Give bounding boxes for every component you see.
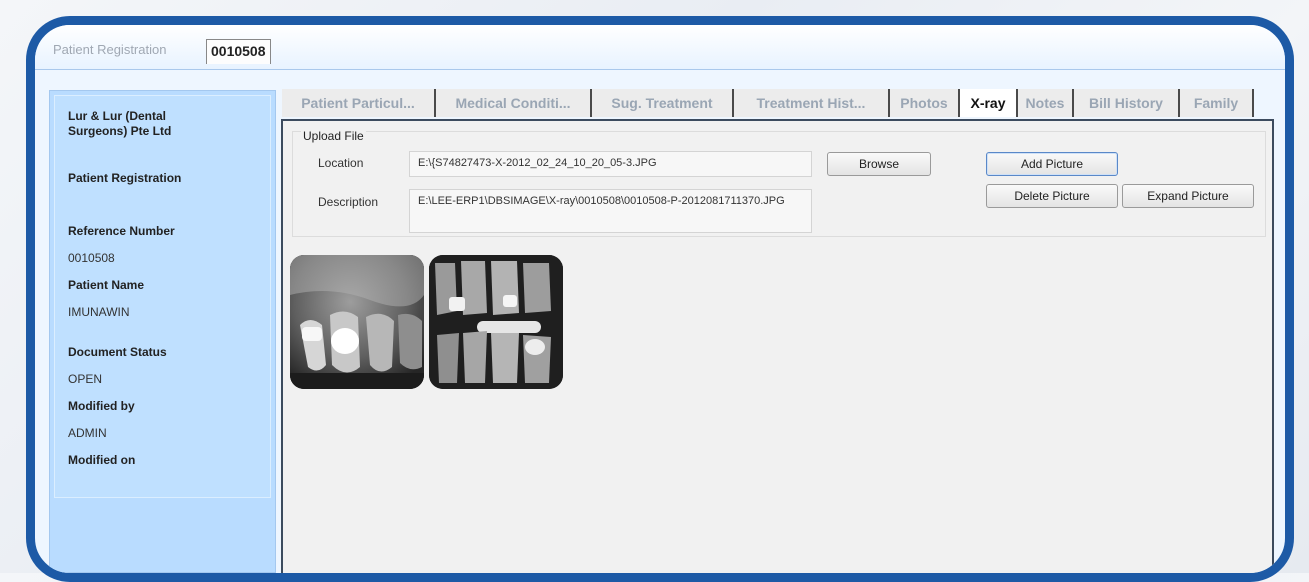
tab-bill-history[interactable]: Bill History (1074, 89, 1180, 117)
modified-by-value: ADMIN (68, 426, 107, 440)
xray-image-bitewing (429, 255, 563, 389)
tab-treatment-history[interactable]: Treatment Hist... (734, 89, 890, 117)
tab-notes[interactable]: Notes (1018, 89, 1074, 117)
tab-x-ray[interactable]: X-ray (960, 89, 1018, 117)
patient-name-value: IMUNAWIN (68, 305, 130, 319)
app-window: Patient Registration 0010508 Lur & Lur (… (26, 16, 1294, 582)
section-title: Patient Registration (68, 171, 182, 185)
modified-by-label: Modified by (68, 399, 135, 413)
main-panel: Patient Particul... Medical Conditi... S… (276, 85, 1278, 573)
document-status-value: OPEN (68, 372, 103, 386)
modified-on-label: Modified on (68, 453, 136, 467)
xray-tab-content: Upload File Location E:\{S74827473-X-201… (281, 119, 1274, 573)
add-picture-button[interactable]: Add Picture (986, 152, 1118, 176)
delete-picture-button[interactable]: Delete Picture (986, 184, 1118, 208)
tab-patient-particulars[interactable]: Patient Particul... (282, 89, 436, 117)
document-status-label: Document Status (68, 345, 167, 359)
tab-medical-conditions[interactable]: Medical Conditi... (436, 89, 592, 117)
reference-number-label: Reference Number (68, 224, 175, 238)
company-name: Lur & Lur (Dental Surgeons) Pte Ltd (68, 109, 172, 138)
location-field[interactable]: E:\{S74827473-X-2012_02_24_10_20_05-3.JP… (409, 151, 812, 177)
location-label: Location (318, 156, 364, 170)
doc-tab-record[interactable]: 0010508 (206, 39, 271, 64)
xray-thumbnail-2[interactable] (429, 255, 563, 389)
description-field[interactable]: E:\LEE-ERP1\DBSIMAGE\X-ray\0010508\00105… (409, 189, 812, 233)
reference-number-value: 0010508 (68, 251, 115, 265)
browse-button[interactable]: Browse (827, 152, 931, 176)
tab-photos[interactable]: Photos (890, 89, 960, 117)
sidebar-info-panel: Lur & Lur (Dental Surgeons) Pte Ltd Pati… (54, 95, 271, 498)
upload-file-group: Upload File Location E:\{S74827473-X-201… (292, 129, 1266, 237)
doc-tab-patient-registration[interactable]: Patient Registration (53, 42, 166, 57)
xray-image-upper-molars (290, 255, 424, 389)
document-tab-strip: Patient Registration 0010508 (35, 25, 1285, 70)
tab-bar: Patient Particul... Medical Conditi... S… (282, 87, 1272, 119)
xray-thumbnail-1[interactable] (290, 255, 424, 389)
tab-sug-treatment[interactable]: Sug. Treatment (592, 89, 734, 117)
tab-family[interactable]: Family (1180, 89, 1254, 117)
patient-name-label: Patient Name (68, 278, 145, 292)
expand-picture-button[interactable]: Expand Picture (1122, 184, 1254, 208)
sidebar: Lur & Lur (Dental Surgeons) Pte Ltd Pati… (49, 90, 276, 573)
description-label: Description (318, 195, 379, 209)
upload-file-title: Upload File (301, 129, 366, 143)
